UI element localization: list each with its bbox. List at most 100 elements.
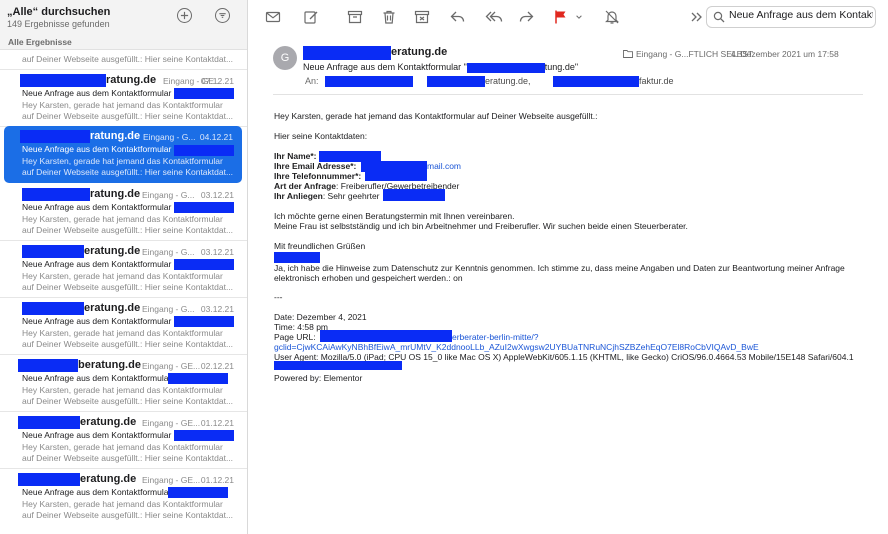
list-item-selected[interactable]: ratung.de Eingang - G... 04.12.21 Neue A… — [4, 126, 242, 183]
redacted-sender — [20, 74, 106, 87]
message-sender: ratung.de — [90, 130, 141, 142]
list-item[interactable]: beratung.de Eingang - GE... 02.12.21 Neu… — [0, 355, 247, 412]
mail-message-line: Meine Frau ist selbstständig und ich bin… — [274, 221, 688, 231]
search-box[interactable]: Neue Anfrage aus dem Kontakt — [706, 6, 876, 28]
mail-message-line: Ich möchte gerne einen Beratungstermin m… — [274, 211, 515, 221]
message-preview: Hey Karsten, gerade hat jemand das Konta… — [22, 385, 223, 395]
message-preview: auf Deiner Webseite ausgefüllt.: Hier se… — [22, 453, 234, 463]
redacted-subject — [174, 259, 234, 270]
from-name[interactable]: eratung.de — [391, 46, 447, 58]
field-concern: Ihr Anliegen: Sehr geehrter — [274, 191, 380, 201]
avatar: G — [273, 46, 297, 70]
field-label: Ihr Name*: — [274, 151, 317, 161]
redacted-subject — [174, 430, 234, 441]
page-url-link[interactable]: erberater-berlin-mitte/? — [452, 332, 538, 342]
mail-subject: Neue Anfrage aus dem Kontaktformular " tu… — [303, 62, 578, 73]
add-icon[interactable] — [177, 8, 192, 23]
message-subject: Neue Anfrage aus dem Kontaktformular — [22, 430, 172, 440]
message-subject: Neue Anfrage aus dem Kontaktformular — [22, 88, 172, 98]
message-subject: Neue Anfrage aus dem Kontaktformular — [22, 202, 172, 212]
filter-icon[interactable] — [215, 8, 230, 23]
field-name: Ihr Name*: — [274, 151, 317, 161]
message-preview: auf Deiner Webseite ausgefüllt.: Hier se… — [22, 510, 234, 520]
message-preview: Hey Karsten, gerade hat jemand das Konta… — [22, 442, 223, 452]
reply-all-icon[interactable] — [484, 8, 506, 26]
folder-icon — [623, 50, 633, 58]
redacted-sender — [22, 245, 84, 258]
list-item[interactable]: ratung.de Eingang - G... 03.12.21 Neue A… — [0, 184, 247, 241]
message-folder: Eingang - GE... — [142, 361, 201, 371]
message-list-pane: „Alle“ durchsuchen 149 Ergebnisse gefund… — [0, 0, 248, 534]
subject-prefix: Neue Anfrage aus dem Kontaktformular " — [303, 62, 467, 72]
redacted-value — [274, 361, 402, 370]
redacted-recipient — [427, 76, 485, 87]
search-scope-title: „Alle“ durchsuchen — [7, 6, 111, 18]
message-preview: Hey Karsten, gerade hat jemand das Konta… — [22, 156, 223, 166]
flag-icon[interactable] — [552, 8, 570, 26]
message-subject: Neue Anfrage aus dem Kontaktformular — [22, 144, 172, 154]
page-url-link[interactable]: gclid=CjwKCAiAwKyNBhBfEiwA_mrUMtV_K2ddno… — [274, 342, 759, 352]
redacted-subject — [174, 316, 234, 327]
redacted-sender — [20, 130, 90, 143]
list-item[interactable]: eratung.de Eingang - GE... 01.12.21 Neue… — [0, 412, 247, 469]
message-preview: auf Deiner Webseite ausgefüllt.: Hier se… — [22, 111, 234, 121]
recipient[interactable]: eratung.de, — [485, 76, 531, 86]
message-sender: eratung.de — [80, 473, 137, 485]
mute-icon[interactable] — [603, 8, 621, 26]
field-label: Ihr Anliegen — [274, 191, 323, 201]
email-link[interactable]: mail.com — [427, 161, 461, 171]
list-item[interactable]: eratung.de Eingang - G... 03.12.21 Neue … — [0, 298, 247, 355]
forward-icon[interactable] — [517, 8, 535, 26]
mail-intro: Hier seine Kontaktdaten: — [274, 131, 368, 141]
reply-icon[interactable] — [449, 8, 467, 26]
message-sender: ratung.de — [90, 188, 141, 200]
search-input[interactable]: Neue Anfrage aus dem Kontakt — [729, 9, 873, 25]
field-label: Ihre Email Adresse*: — [274, 161, 357, 171]
message-preview: auf Deiner Webseite ausgefüllt.: Hier se… — [22, 339, 234, 349]
message-preview: Hey Karsten, gerade hat jemand das Konta… — [22, 214, 223, 224]
redacted-subject — [168, 487, 228, 498]
message-sender: ratung.de — [106, 74, 157, 86]
junk-icon[interactable] — [413, 8, 431, 26]
message-preview: Hey Karsten, gerade hat jemand das Konta… — [22, 271, 223, 281]
field-email: Ihre Email Adresse*: — [274, 161, 356, 171]
field-value: : Sehr geehrter — [322, 191, 380, 201]
mail-regards: Mit freundlichen Grüßen — [274, 241, 366, 251]
page-url-label: Page URL: — [274, 332, 316, 342]
redacted-value — [383, 189, 445, 201]
redacted-url — [320, 330, 452, 342]
message-folder: Eingang - G... — [142, 304, 195, 314]
search-icon — [713, 11, 725, 23]
consent-line: Ja, ich habe die Hinweise zum Datenschut… — [274, 263, 845, 273]
to-label: An: — [305, 76, 319, 86]
subject-suffix: tung.de" — [544, 62, 579, 72]
message-date: 02.12.21 — [200, 361, 234, 371]
message-preview: auf Deiner Webseite ausgefüllt.: Hier se… — [22, 225, 234, 235]
list-item[interactable]: eratung.de Eingang - G... 03.12.21 Neue … — [0, 241, 247, 298]
redacted-sender — [18, 416, 80, 429]
redacted-sender — [18, 473, 80, 486]
list-item[interactable]: eratung.de Eingang - GE... 01.12.21 Neue… — [0, 469, 247, 526]
message-folder: Eingang - G... — [142, 190, 195, 200]
date-line: Date: Dezember 4, 2021 — [274, 312, 367, 322]
trash-icon[interactable] — [380, 8, 398, 26]
envelope-icon[interactable] — [264, 8, 282, 26]
chevron-down-icon[interactable] — [574, 8, 584, 26]
archive-icon[interactable] — [346, 8, 364, 26]
list-item[interactable]: ratung.de Eingang - GE... 07.12.21 Neue … — [0, 70, 247, 127]
recipient[interactable]: faktur.de — [639, 76, 674, 86]
redacted-sender — [303, 46, 391, 60]
more-icon[interactable] — [687, 8, 705, 26]
redacted-subject — [168, 373, 228, 384]
compose-icon[interactable] — [302, 8, 320, 26]
redacted-subject — [466, 62, 545, 73]
list-item[interactable]: auf Deiner Webseite ausgefüllt.: Hier se… — [0, 50, 247, 70]
message-subject: Neue Anfrage aus dem Kontaktformular — [22, 316, 172, 326]
message-date: 07.12.21 — [200, 76, 234, 86]
message-sender: eratung.de — [84, 245, 141, 257]
message-folder: Eingang - G... — [142, 247, 195, 257]
message-sender: eratung.de — [80, 416, 137, 428]
message-sender: eratung.de — [84, 302, 141, 314]
message-subject: Neue Anfrage aus dem Kontaktformula — [22, 487, 169, 497]
mail-date: 4. Dezember 2021 um 17:58 — [731, 49, 839, 59]
